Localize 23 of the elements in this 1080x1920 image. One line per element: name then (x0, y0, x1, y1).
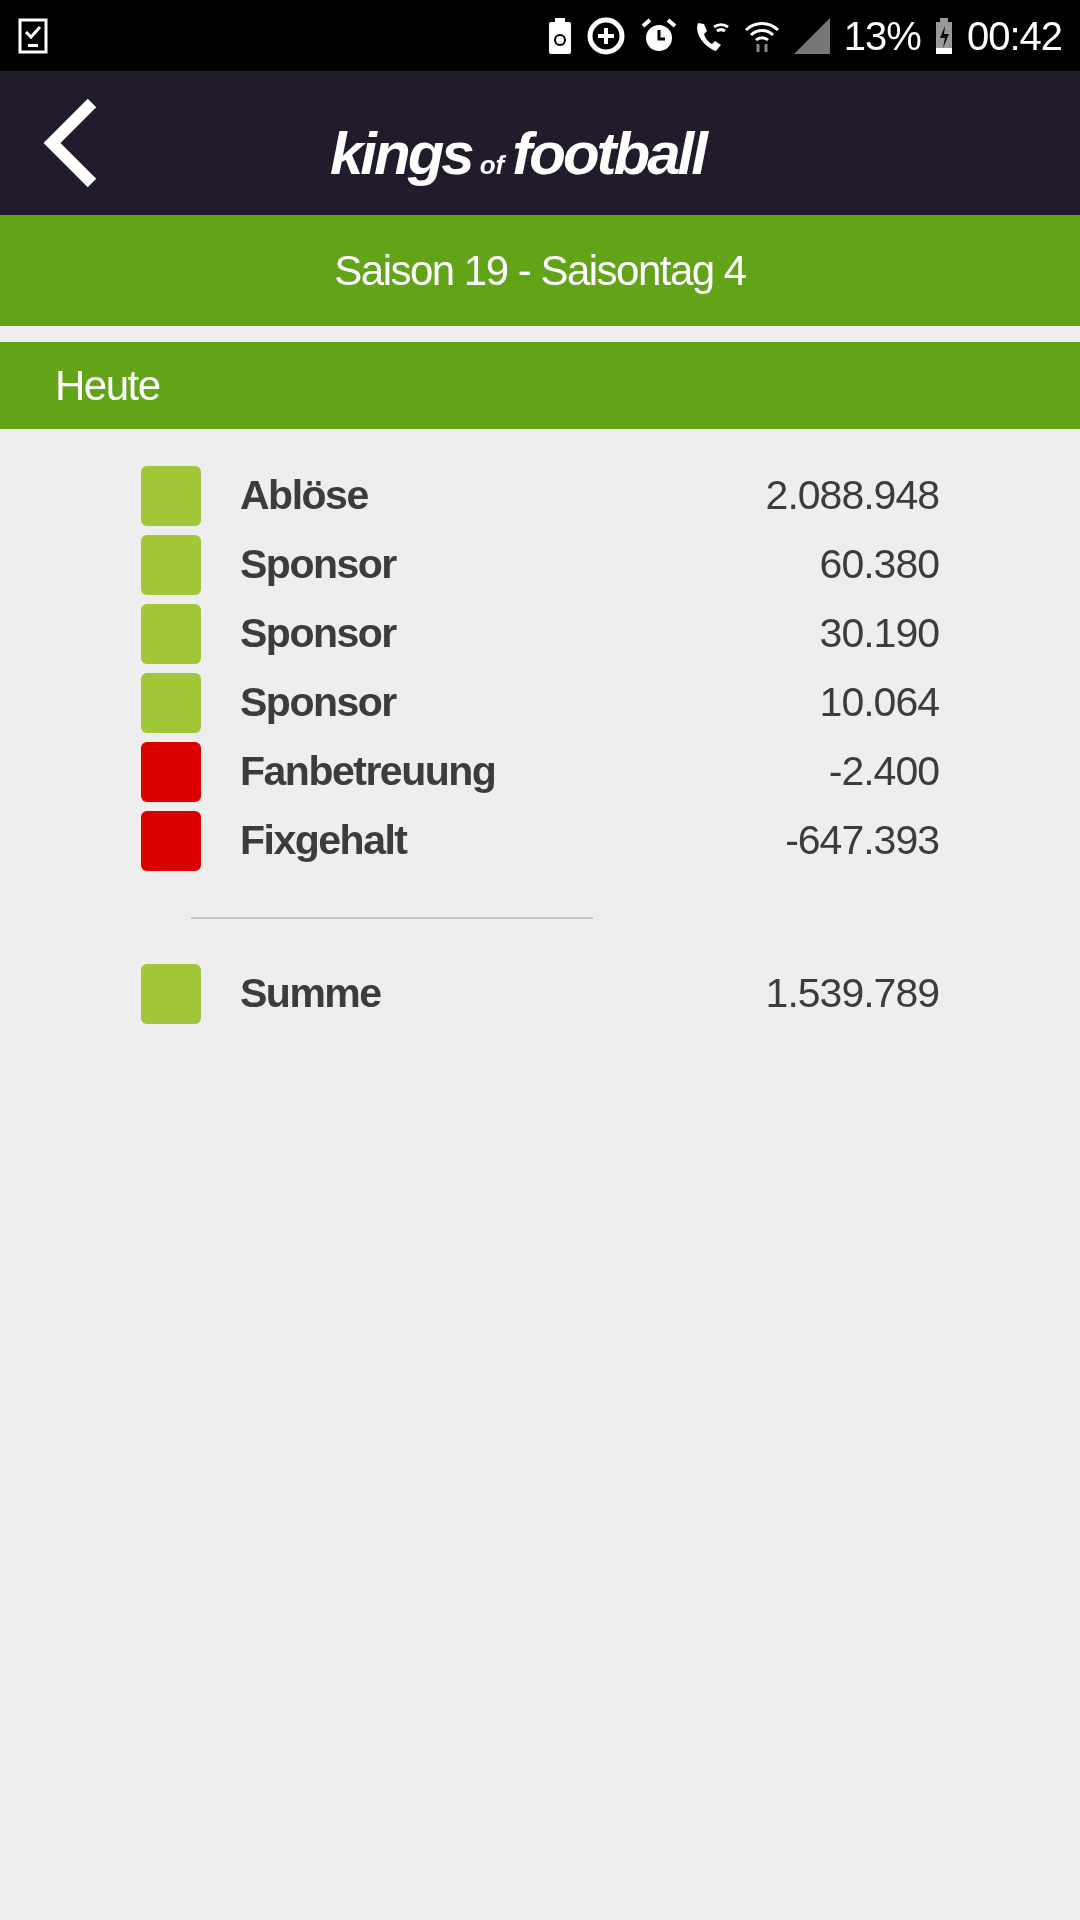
battery-percent: 13% (843, 12, 921, 60)
back-chevron-icon (42, 98, 98, 188)
clock-time: 00:42 (966, 12, 1062, 60)
entry-value: -647.393 (785, 815, 939, 865)
entry-label: Ablöse (240, 470, 368, 520)
entry-value: -2.400 (828, 746, 939, 796)
entry-label: Sponsor (240, 677, 396, 727)
entry-value: 2.088.948 (765, 470, 939, 520)
entry-label: Fixgehalt (240, 815, 407, 865)
entry-label: Sponsor (240, 539, 396, 589)
entry-value: 10.064 (819, 677, 939, 727)
entry-label: Summe (240, 968, 381, 1018)
battery-charging-icon (934, 17, 953, 54)
clipboard-check-icon (18, 17, 48, 54)
entry-label: Fanbetreuung (240, 746, 496, 796)
signal-icon (793, 17, 830, 54)
season-title: Saison 19 - Saisontag 4 (334, 246, 746, 296)
entry-value: 1.539.789 (765, 968, 939, 1018)
section-title: Heute (55, 361, 160, 411)
entry-label: Sponsor (240, 608, 396, 658)
entry-value: 30.190 (819, 608, 939, 658)
app-logo: kings of football (330, 119, 705, 189)
entry-value: 60.380 (819, 539, 939, 589)
